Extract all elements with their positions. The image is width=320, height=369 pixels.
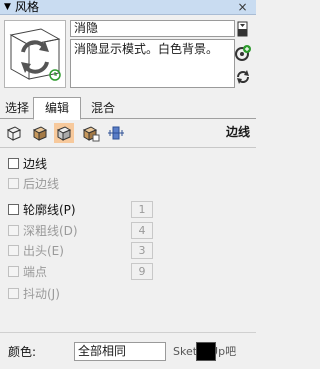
background-settings-icon	[56, 126, 72, 141]
refresh-icon	[237, 70, 249, 84]
jitter-label: 抖动(J)	[23, 287, 60, 301]
section-title: 边线	[226, 125, 251, 139]
face-settings-icon	[32, 126, 48, 141]
face-settings-button[interactable]	[30, 123, 50, 143]
profiles-label: 轮廓线(P)	[23, 203, 76, 217]
depth-cue-label: 深粗线(D)	[23, 224, 78, 238]
extension-checkbox[interactable]	[8, 245, 19, 256]
style-name-field[interactable]: 消隐	[70, 20, 235, 37]
edges-checkbox[interactable]	[8, 158, 19, 169]
endpoints-checkbox[interactable]	[8, 266, 19, 277]
create-style-icon	[235, 45, 251, 61]
tab-select[interactable]: 选择	[2, 99, 32, 119]
style-thumbnail	[4, 20, 66, 88]
divider	[0, 332, 256, 333]
color-mode-select[interactable]: 全部相同	[74, 342, 166, 361]
endpoints-label: 端点	[23, 265, 48, 279]
modeling-settings-button[interactable]	[106, 123, 126, 143]
profiles-width-input[interactable]: 1	[131, 201, 153, 218]
watermark-settings-button[interactable]	[80, 123, 100, 143]
panel-title: 风格	[15, 0, 40, 14]
endpoints-input[interactable]: 9	[131, 263, 153, 280]
save-to-model-icon	[237, 21, 248, 37]
edge-color-swatch[interactable]	[196, 342, 216, 361]
create-style-button[interactable]	[234, 44, 252, 62]
style-preview-image	[9, 28, 61, 81]
depth-cue-checkbox[interactable]	[8, 225, 19, 236]
save-to-model-button[interactable]	[234, 20, 252, 38]
back-edges-checkbox[interactable]	[8, 178, 19, 189]
edge-settings-button[interactable]	[4, 123, 24, 143]
jitter-checkbox[interactable]	[8, 288, 19, 299]
close-button[interactable]: ×	[236, 1, 249, 14]
style-description-field[interactable]: 消隐显示模式。白色背景。	[70, 39, 235, 88]
background-settings-button[interactable]	[54, 123, 74, 143]
tab-edit[interactable]: 编辑	[33, 97, 81, 120]
profiles-checkbox[interactable]	[8, 204, 19, 215]
color-label: 颜色:	[8, 345, 37, 359]
extension-input[interactable]: 3	[131, 242, 153, 259]
extension-label: 出头(E)	[23, 244, 64, 258]
tab-mix[interactable]: 混合	[84, 99, 122, 119]
divider	[0, 147, 256, 148]
update-style-button[interactable]	[234, 68, 252, 86]
depth-cue-input[interactable]: 4	[131, 222, 153, 239]
watermark-settings-icon	[82, 126, 100, 142]
edge-settings-icon	[6, 126, 22, 141]
collapse-arrow-icon[interactable]: ▼	[4, 1, 11, 14]
back-edges-label: 后边线	[23, 177, 60, 191]
edges-label: 边线	[23, 157, 48, 171]
modeling-settings-icon	[108, 126, 124, 140]
